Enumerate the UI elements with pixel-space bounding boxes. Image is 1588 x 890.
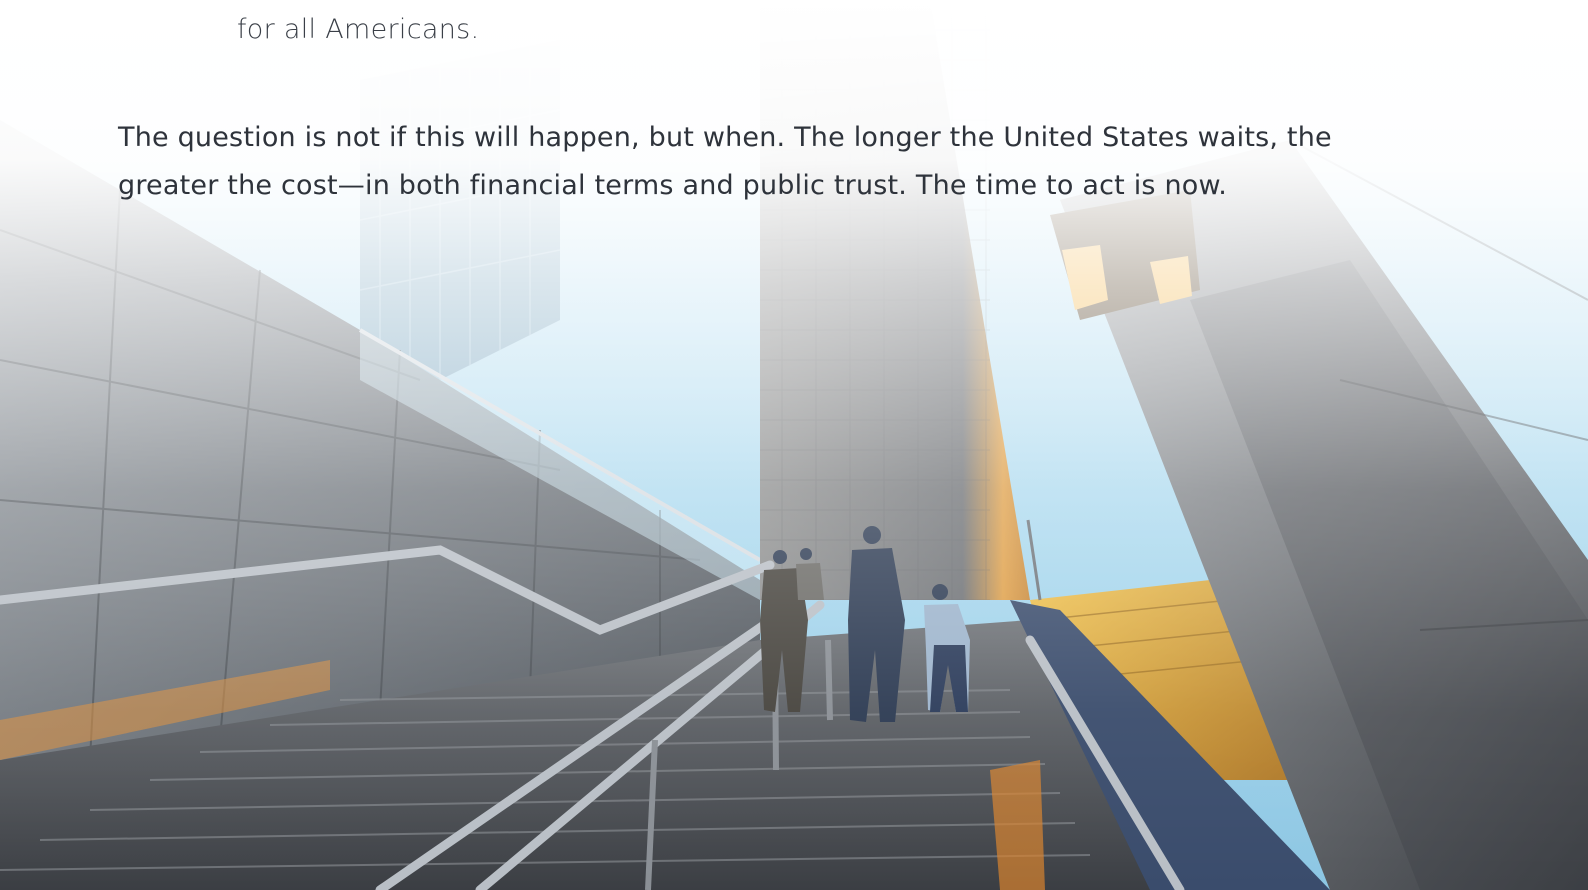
- clipped-previous-line: [380, 0, 1280, 2]
- previous-paragraph-tail: for all Americans.: [237, 14, 480, 45]
- closing-paragraph-line-1: The question is not if this will happen,…: [118, 122, 1332, 153]
- closing-paragraph: The question is not if this will happen,…: [118, 114, 1418, 210]
- closing-paragraph-line-2: greater the cost—in both financial terms…: [118, 170, 1228, 201]
